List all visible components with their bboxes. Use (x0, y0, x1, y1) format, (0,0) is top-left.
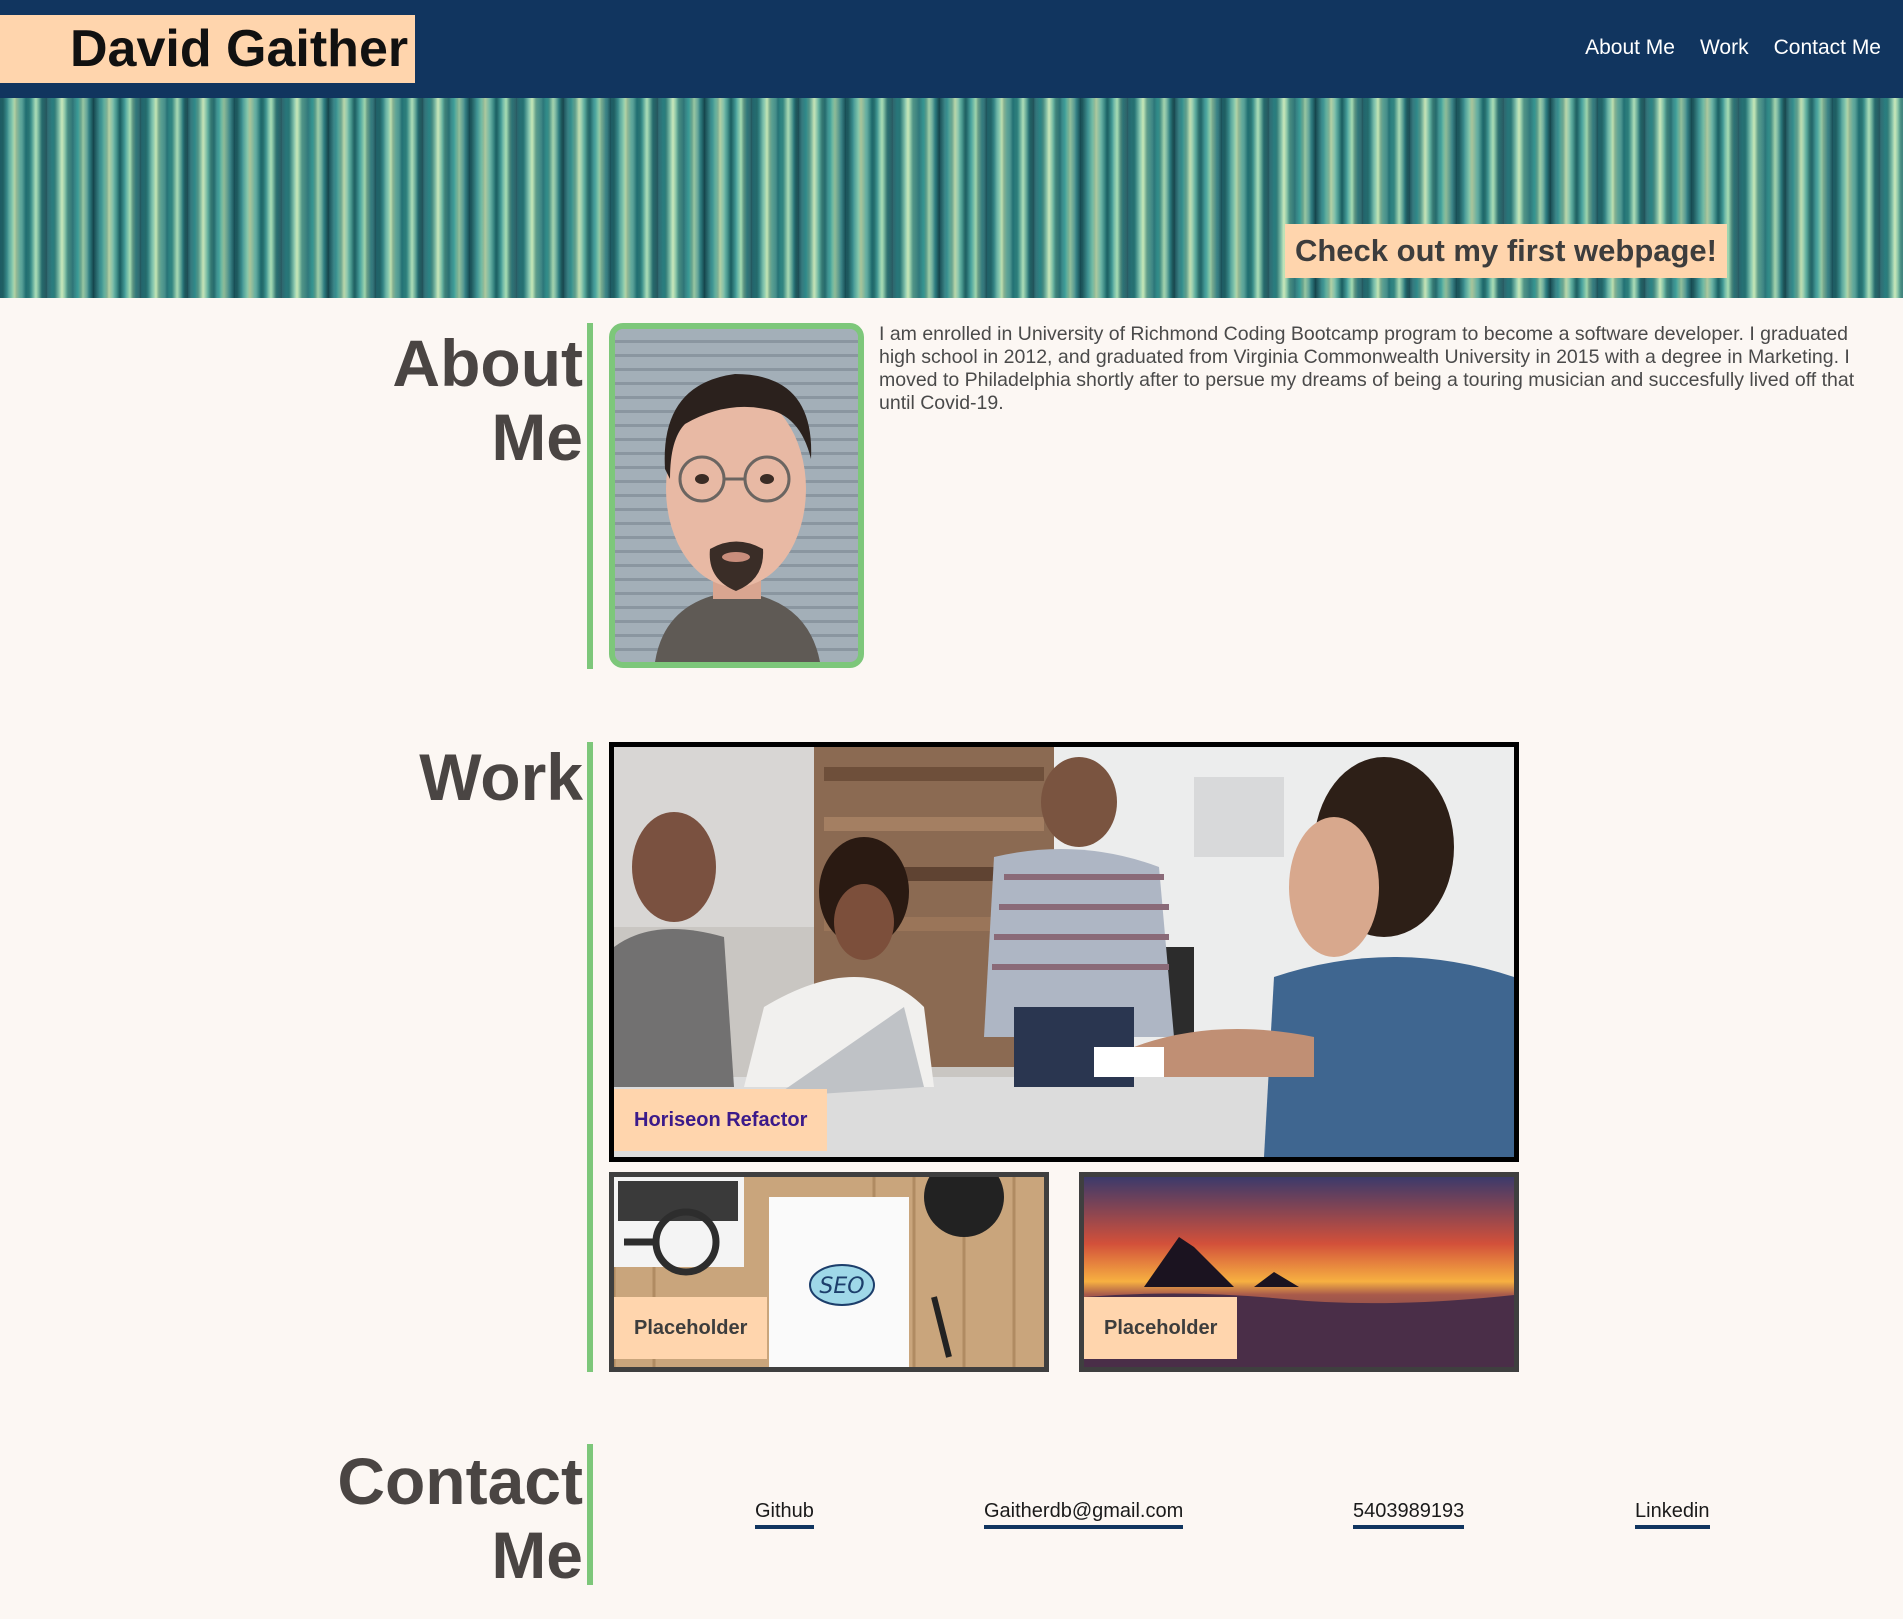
contact-link-email[interactable]: Gaitherdb@gmail.com (984, 1500, 1184, 1529)
contact-link-github[interactable]: Github (755, 1500, 814, 1529)
project-card-horiseon[interactable]: Horiseon Refactor (609, 742, 1519, 1162)
contact-link-linkedin[interactable]: Linkedin (1635, 1500, 1710, 1529)
svg-text:SEO: SEO (819, 1274, 864, 1299)
about-title-line1: About (392, 326, 583, 400)
about-text: I am enrolled in University of Richmond … (879, 323, 1855, 414)
about-title-line2: Me (491, 400, 583, 474)
work-divider (587, 742, 593, 1372)
site-name: David Gaither (0, 15, 415, 83)
contact-links: Github Gaitherdb@gmail.com 5403989193 Li… (0, 1500, 1903, 1530)
project-card-placeholder-1[interactable]: SEO Placeholder (609, 1172, 1049, 1372)
about-divider (587, 323, 593, 669)
portrait-image (615, 329, 858, 662)
project-label-placeholder-2: Placeholder (1084, 1297, 1238, 1359)
hero-banner: Check out my first webpage! (0, 98, 1903, 298)
site-header: David Gaither About Me Work Contact Me (0, 0, 1903, 98)
nav-about-me[interactable]: About Me (1585, 36, 1675, 60)
hero-cta: Check out my first webpage! (1284, 224, 1727, 278)
project-label-horiseon: Horiseon Refactor (614, 1089, 828, 1151)
main-nav: About Me Work Contact Me (1585, 36, 1881, 60)
nav-contact-me[interactable]: Contact Me (1774, 36, 1881, 60)
nav-work[interactable]: Work (1700, 36, 1749, 60)
project-label-placeholder-1: Placeholder (614, 1297, 768, 1359)
about-title: About Me (392, 326, 583, 474)
project-card-placeholder-2[interactable]: Placeholder (1079, 1172, 1519, 1372)
work-title: Work (419, 740, 583, 814)
contact-link-phone[interactable]: 5403989193 (1353, 1500, 1465, 1529)
profile-photo (609, 323, 864, 668)
